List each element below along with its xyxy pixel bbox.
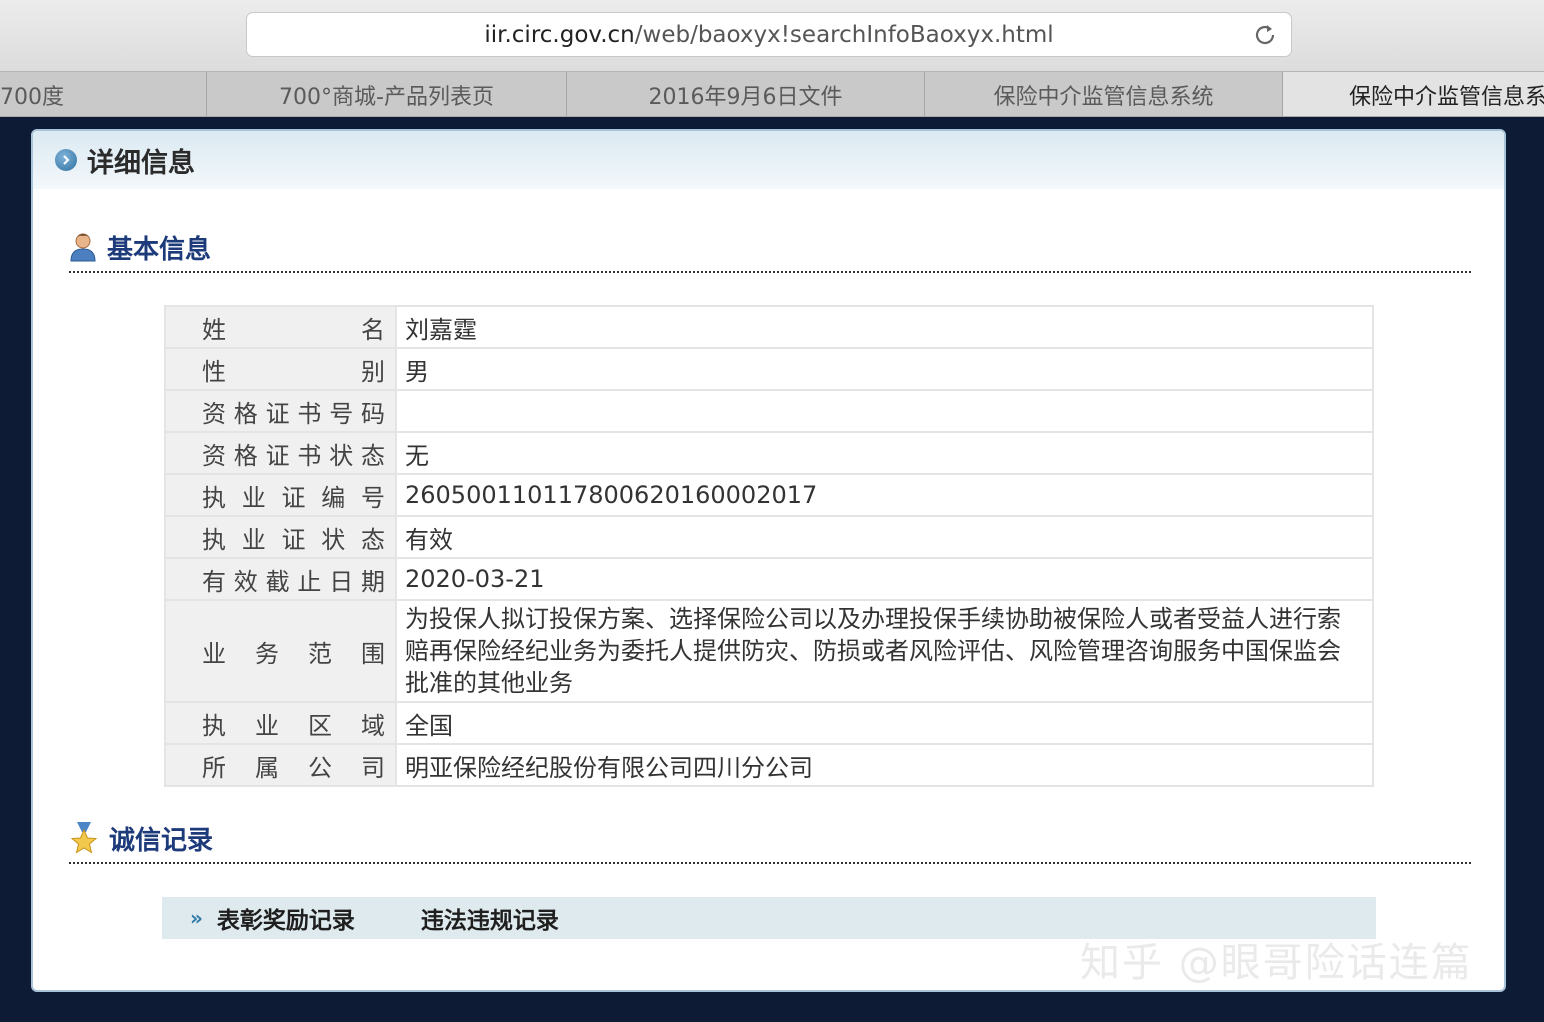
field-value: 有效 bbox=[395, 515, 1374, 559]
tab-700-mall[interactable]: 700°商城-产品列表页 bbox=[207, 72, 567, 116]
field-label: 所属公司 bbox=[164, 743, 397, 787]
field-value: 2020-03-21 bbox=[395, 557, 1374, 601]
field-value: 无 bbox=[395, 431, 1374, 475]
watermark: 知乎 @眼哥险话连篇 bbox=[1080, 940, 1473, 986]
field-label: 资格证书号码 bbox=[164, 389, 397, 433]
reward-records-link[interactable]: 表彰奖励记录 bbox=[217, 901, 355, 935]
double-chevron-icon: » bbox=[190, 906, 203, 930]
table-row: 所属公司 明亚保险经纪股份有限公司四川分公司 bbox=[164, 743, 1374, 787]
table-row: 性别男 bbox=[164, 347, 1374, 391]
reload-icon[interactable] bbox=[1251, 21, 1279, 49]
field-label: 执业证编号 bbox=[164, 473, 397, 517]
table-row: 执业证编号 260500110117800620160002017 bbox=[164, 473, 1374, 517]
field-value: 明亚保险经纪股份有限公司四川分公司 bbox=[395, 743, 1374, 787]
page-title: 详细信息 bbox=[87, 147, 195, 179]
table-row: 业务范围 为投保人拟订投保方案、选择保险公司以及办理投保手续协助被保险人或者受益人… bbox=[164, 599, 1374, 703]
field-label: 资格证书状态 bbox=[164, 431, 397, 475]
tab-insurance-system[interactable]: 保险中介监管信息系统 bbox=[925, 72, 1283, 116]
tab-2016-file[interactable]: 2016年9月6日文件 bbox=[567, 72, 925, 116]
field-label: 姓名 bbox=[164, 305, 397, 349]
field-label: 业务范围 bbox=[164, 599, 397, 703]
browser-toolbar: iir.circ.gov.cn/web/baoxyx!searchInfoBao… bbox=[0, 0, 1544, 72]
tab-bar: 700度 700°商城-产品列表页 2016年9月6日文件 保险中介监管信息系统… bbox=[0, 72, 1544, 117]
url-path: /web/baoxyx!searchInfoBaoxyx.html bbox=[634, 21, 1054, 48]
tab-700du[interactable]: 700度 bbox=[0, 72, 207, 116]
table-row: 姓名 刘嘉霆 bbox=[164, 305, 1374, 349]
table-row: 资格证书号码 bbox=[164, 389, 1374, 433]
credit-record-heading: 诚信记录 bbox=[69, 814, 1471, 864]
field-label: 有效截止日期 bbox=[164, 557, 397, 601]
field-value: 为投保人拟订投保方案、选择保险公司以及办理投保手续协助被保险人或者受益人进行索赔… bbox=[395, 599, 1374, 703]
url-host: iir.circ.gov.cn bbox=[484, 21, 635, 48]
table-row: 有效截止日期 2020-03-21 bbox=[164, 557, 1374, 601]
field-value bbox=[395, 389, 1374, 433]
basic-info-table: 姓名 刘嘉霆 性别男 资格证书号码 资格证书状态无 执业证编号 2605001101… bbox=[164, 305, 1374, 787]
field-label: 执业证状态 bbox=[164, 515, 397, 559]
address-bar[interactable]: iir.circ.gov.cn/web/baoxyx!searchInfoBao… bbox=[246, 12, 1292, 57]
medal-icon bbox=[70, 822, 98, 854]
field-label: 性别 bbox=[164, 347, 397, 391]
panel-header: 详细信息 bbox=[33, 131, 1504, 189]
basic-info-heading: 基本信息 bbox=[69, 223, 1471, 273]
table-row: 执业证状态 有效 bbox=[164, 515, 1374, 559]
field-value: 全国 bbox=[395, 701, 1374, 745]
tab-insurance-system-active[interactable]: 保险中介监管信息系 bbox=[1283, 72, 1544, 116]
user-icon bbox=[70, 233, 96, 262]
field-value: 260500110117800620160002017 bbox=[395, 473, 1374, 517]
field-label: 执业区域 bbox=[164, 701, 397, 745]
detail-panel: 详细信息 基本信息 姓名 刘嘉霆 性别男 资格证书号码 资格证书状态无 执业证编号… bbox=[31, 129, 1506, 992]
field-value: 男 bbox=[395, 347, 1374, 391]
table-row: 执业区域 全国 bbox=[164, 701, 1374, 745]
credit-record-title: 诚信记录 bbox=[109, 825, 214, 856]
violation-records-link[interactable]: 违法违规记录 bbox=[421, 901, 559, 935]
table-row: 资格证书状态无 bbox=[164, 431, 1374, 475]
arrow-circle-icon bbox=[55, 149, 77, 171]
basic-info-title: 基本信息 bbox=[107, 234, 212, 265]
field-value: 刘嘉霆 bbox=[395, 305, 1374, 349]
